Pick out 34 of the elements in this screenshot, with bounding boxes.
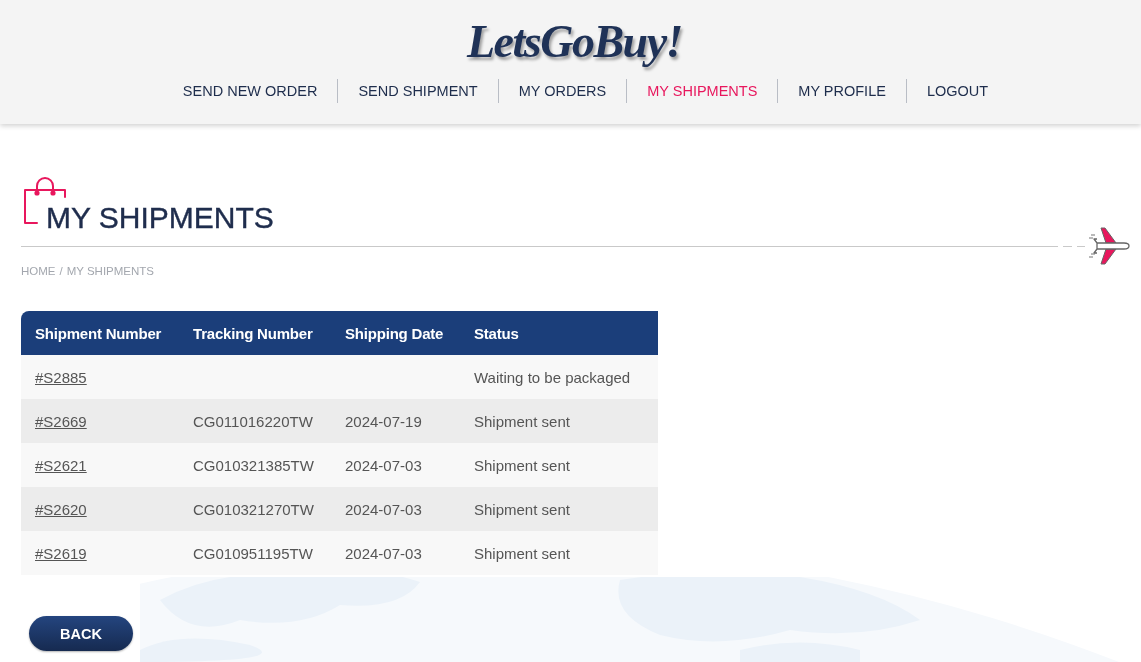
back-button[interactable]: BACK xyxy=(29,616,133,651)
nav-link[interactable]: MY ORDERS xyxy=(498,79,627,103)
nav-link[interactable]: MY SHIPMENTS xyxy=(627,79,778,103)
table-cell: CG011016220TW xyxy=(179,399,331,443)
column-header: Status xyxy=(460,311,658,355)
column-header: Tracking Number xyxy=(179,311,331,355)
table-cell: 2024-07-03 xyxy=(331,531,460,575)
nav-link[interactable]: SEND NEW ORDER xyxy=(162,79,338,103)
nav-link[interactable]: SEND SHIPMENT xyxy=(338,79,498,103)
column-header: Shipping Date xyxy=(331,311,460,355)
table-cell: 2024-07-03 xyxy=(331,487,460,531)
table-cell: 2024-07-03 xyxy=(331,443,460,487)
nav-link[interactable]: LOGOUT xyxy=(906,79,1009,103)
column-header: Shipment Number xyxy=(21,311,179,355)
shipment-link[interactable]: #S2669 xyxy=(35,412,87,430)
shipment-link[interactable]: #S2619 xyxy=(35,544,87,562)
breadcrumb-separator: / xyxy=(59,264,63,278)
table-cell: CG010321270TW xyxy=(179,487,331,531)
shipment-link[interactable]: #S2620 xyxy=(35,500,87,518)
logo[interactable]: LetsGoBuy! xyxy=(467,12,682,72)
table-cell: CG010951195TW xyxy=(179,531,331,575)
airplane-icon xyxy=(1088,226,1130,266)
table-cell: Shipment sent xyxy=(460,399,658,443)
table-cell: Shipment sent xyxy=(460,443,658,487)
breadcrumb-current: MY SHIPMENTS xyxy=(66,264,155,278)
table-cell: Shipment sent xyxy=(460,531,658,575)
shipment-link[interactable]: #S2621 xyxy=(35,456,87,474)
nav-link[interactable]: MY PROFILE xyxy=(778,79,906,103)
table-cell: Waiting to be packaged xyxy=(460,355,658,399)
table-cell: CG010321385TW xyxy=(179,443,331,487)
table-cell: 2024-07-19 xyxy=(331,399,460,443)
page-title: MY SHIPMENTS xyxy=(46,200,274,236)
shipment-link[interactable]: #S2885 xyxy=(35,368,87,386)
table-cell: Shipment sent xyxy=(460,487,658,531)
